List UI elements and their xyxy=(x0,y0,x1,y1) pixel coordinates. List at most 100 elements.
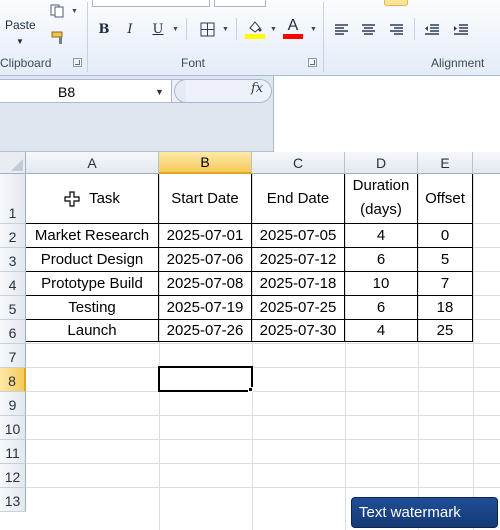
cell-duration[interactable]: 4 xyxy=(345,320,417,341)
gridline xyxy=(26,487,500,488)
group-divider xyxy=(87,2,88,72)
cell-d1[interactable]: Duration (days) xyxy=(345,174,417,223)
cell-start-date[interactable]: 2025-07-19 xyxy=(159,296,251,319)
gridline xyxy=(473,174,474,530)
borders-icon[interactable] xyxy=(199,21,215,37)
fill-color-icon[interactable] xyxy=(247,19,263,35)
row-header-5[interactable]: 5 xyxy=(0,296,26,320)
cell-end-date[interactable]: 2025-07-12 xyxy=(252,248,344,271)
cell-start-date[interactable]: 2025-07-08 xyxy=(159,272,251,295)
cell-c1[interactable]: End Date xyxy=(252,174,344,223)
column-header-d[interactable]: D xyxy=(345,152,418,174)
separator xyxy=(186,18,187,40)
table-border xyxy=(472,174,473,342)
fx-icon: fx xyxy=(251,81,264,96)
header-duration-unit: (days) xyxy=(360,201,402,218)
cell-duration[interactable]: 6 xyxy=(345,296,417,319)
font-color-dropdown-icon[interactable]: ▼ xyxy=(310,26,317,33)
borders-dropdown-icon[interactable]: ▼ xyxy=(222,26,229,33)
insert-function-button[interactable]: fx xyxy=(251,81,263,96)
cell-start-date[interactable]: 2025-07-06 xyxy=(159,248,251,271)
align-center-icon[interactable] xyxy=(360,21,376,37)
copy-icon[interactable] xyxy=(50,3,66,19)
name-box-dropdown-icon[interactable]: ▼ xyxy=(155,87,164,97)
row-header-1[interactable]: 1 xyxy=(0,174,26,224)
name-box-value: B8 xyxy=(58,84,76,100)
cell-duration[interactable]: 4 xyxy=(345,224,417,247)
cell-task[interactable]: Prototype Build xyxy=(26,272,158,295)
font-size-box[interactable] xyxy=(214,0,266,7)
gridline xyxy=(26,463,500,464)
fill-color-dropdown-icon[interactable]: ▼ xyxy=(270,26,277,33)
row-header-9[interactable]: 9 xyxy=(0,392,26,416)
align-left-icon[interactable] xyxy=(333,21,349,37)
cell-offset[interactable]: 25 xyxy=(418,320,472,341)
font-color-button[interactable]: A xyxy=(285,16,301,36)
cell-end-date[interactable]: 2025-07-25 xyxy=(252,296,344,319)
decrease-indent-icon[interactable] xyxy=(424,21,440,37)
cell-end-date[interactable]: 2025-07-30 xyxy=(252,320,344,341)
header-task: Task xyxy=(89,190,120,207)
cell-end-date[interactable]: 2025-07-05 xyxy=(252,224,344,247)
cell-e1[interactable]: Offset xyxy=(418,174,472,223)
cell-start-date[interactable]: 2025-07-01 xyxy=(159,224,251,247)
cell-task[interactable]: Market Research xyxy=(26,224,158,247)
column-header-b[interactable]: B xyxy=(159,152,252,174)
wrap-text-button[interactable] xyxy=(384,0,408,6)
cell-duration[interactable]: 6 xyxy=(345,248,417,271)
name-box[interactable]: B8 ▼ xyxy=(0,79,172,103)
row-header-3[interactable]: 3 xyxy=(0,248,26,272)
gridline xyxy=(26,343,500,344)
clipboard-dialog-launcher[interactable] xyxy=(73,58,82,67)
align-right-icon[interactable] xyxy=(388,21,404,37)
copy-dropdown-icon[interactable]: ▼ xyxy=(71,8,78,15)
table-border xyxy=(26,341,473,342)
gridline xyxy=(26,415,500,416)
active-cell-b8[interactable] xyxy=(158,366,253,392)
separator xyxy=(414,18,415,40)
fill-handle[interactable] xyxy=(248,387,253,392)
cell-task[interactable]: Product Design xyxy=(26,248,158,271)
formula-input[interactable] xyxy=(273,76,500,152)
cell-task[interactable]: Testing xyxy=(26,296,158,319)
paste-dropdown-icon[interactable]: ▼ xyxy=(16,37,24,46)
column-header-f[interactable] xyxy=(473,152,500,174)
column-header-c[interactable]: C xyxy=(252,152,345,174)
row-header-6[interactable]: 6 xyxy=(0,320,26,344)
cell-b1[interactable]: Start Date xyxy=(159,174,251,223)
row-header-7[interactable]: 7 xyxy=(0,344,26,368)
cell-a1[interactable]: Task xyxy=(26,174,158,223)
cell-start-date[interactable]: 2025-07-26 xyxy=(159,320,251,341)
row-header-8[interactable]: 8 xyxy=(0,368,26,392)
ribbon: Paste ▼ ▼ Clipboard B I U ▼ ▼ ▼ A ▼ Font xyxy=(0,0,500,76)
formula-bar-area: B8 ▼ fx xyxy=(0,76,500,152)
text-watermark: Text watermark xyxy=(351,497,498,528)
cell-duration[interactable]: 10 xyxy=(345,272,417,295)
cell-end-date[interactable]: 2025-07-18 xyxy=(252,272,344,295)
row-header-2[interactable]: 2 xyxy=(0,224,26,248)
bold-button[interactable]: B xyxy=(96,19,112,39)
cell-offset[interactable]: 18 xyxy=(418,296,472,319)
row-header-12[interactable]: 12 xyxy=(0,464,26,488)
row-header-4[interactable]: 4 xyxy=(0,272,26,296)
column-header-a[interactable]: A xyxy=(26,152,159,174)
increase-indent-icon[interactable] xyxy=(453,21,469,37)
format-painter-icon[interactable] xyxy=(50,30,66,46)
select-all-button[interactable] xyxy=(0,152,26,174)
cell-task[interactable]: Launch xyxy=(26,320,158,341)
row-header-10[interactable]: 10 xyxy=(0,416,26,440)
paste-button[interactable]: Paste xyxy=(5,18,36,32)
fill-color-swatch xyxy=(245,34,265,39)
italic-button[interactable]: I xyxy=(122,19,138,39)
font-name-box[interactable] xyxy=(92,0,210,7)
cell-offset[interactable]: 7 xyxy=(418,272,472,295)
row-header-13[interactable]: 13 xyxy=(0,488,26,512)
underline-dropdown-icon[interactable]: ▼ xyxy=(172,26,179,33)
cell-offset[interactable]: 0 xyxy=(418,224,472,247)
row-header-11[interactable]: 11 xyxy=(0,440,26,464)
font-dialog-launcher[interactable] xyxy=(308,58,317,67)
column-header-e[interactable]: E xyxy=(418,152,473,174)
cell-offset[interactable]: 5 xyxy=(418,248,472,271)
move-cursor-icon xyxy=(64,190,80,207)
underline-button[interactable]: U xyxy=(150,19,166,39)
